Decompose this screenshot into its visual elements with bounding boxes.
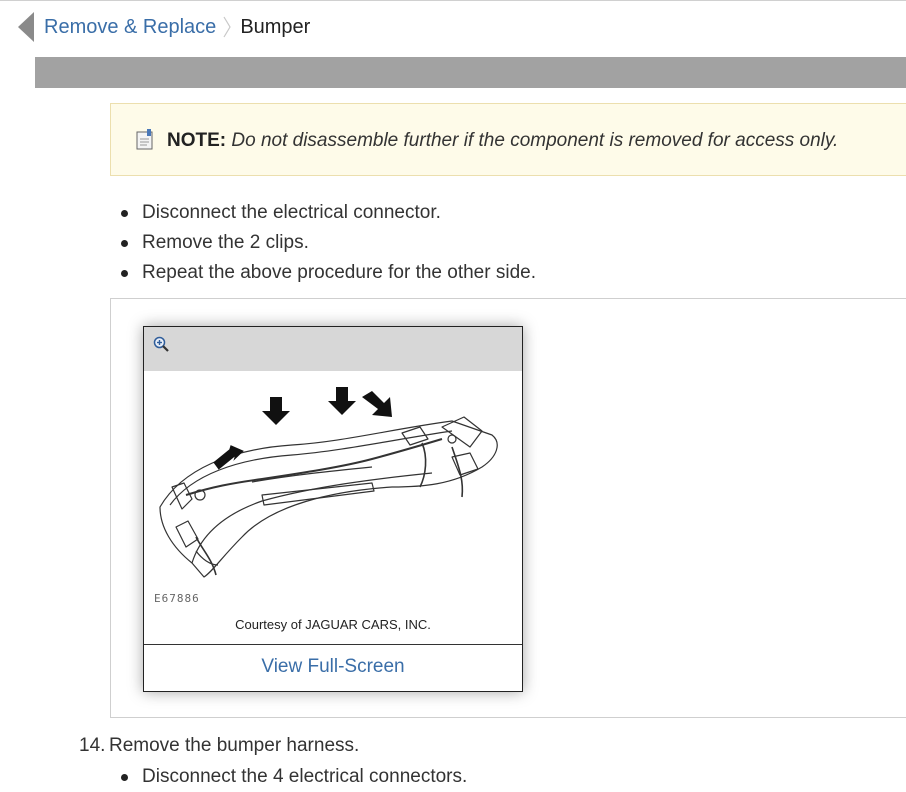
note-icon	[136, 129, 153, 150]
breadcrumb: Remove & Replace Bumper	[18, 12, 310, 42]
figure-code: E67886	[154, 592, 200, 605]
note-body: Do not disassemble further if the compon…	[231, 130, 839, 151]
chevron-right-icon	[223, 16, 232, 38]
note-box: NOTE: Do not disassemble further if the …	[110, 103, 906, 176]
note-label: NOTE:	[167, 130, 227, 151]
bumper-diagram	[159, 387, 498, 578]
figure-caption: Courtesy of JAGUAR CARS, INC.	[235, 617, 431, 632]
list-item: Remove the 2 clips.	[120, 228, 536, 258]
section-header-band	[35, 57, 906, 88]
view-fullscreen-link[interactable]: View Full-Screen	[144, 656, 522, 678]
figure-divider	[144, 644, 522, 645]
zoom-in-icon[interactable]	[153, 336, 169, 352]
step-bullet-list: Disconnect the electrical connector. Rem…	[120, 198, 536, 288]
step-text: Remove the bumper harness.	[109, 735, 360, 756]
back-arrow-icon[interactable]	[18, 12, 34, 42]
step-number: 14.	[79, 735, 106, 756]
breadcrumb-current: Bumper	[240, 15, 311, 38]
figure-card: E67886 Courtesy of JAGUAR CARS, INC. Vie…	[143, 326, 523, 692]
list-item: Disconnect the electrical connector.	[120, 198, 536, 228]
note-text: NOTE: Do not disassemble further if the …	[167, 130, 838, 152]
list-item: Repeat the above procedure for the other…	[120, 258, 536, 288]
top-divider	[0, 0, 906, 1]
step-14: 14. Remove the bumper harness.	[79, 735, 359, 757]
breadcrumb-parent-link[interactable]: Remove & Replace	[44, 16, 216, 39]
figure-toolbar	[144, 327, 522, 371]
